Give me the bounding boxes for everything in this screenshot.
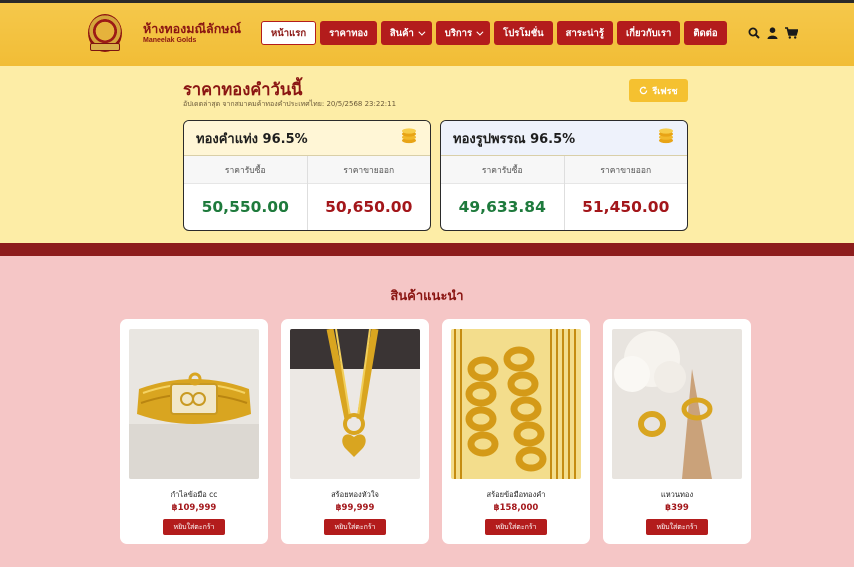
add-to-cart-button[interactable]: หยิบใส่ตะกร้า [163, 519, 225, 535]
sell-price: 51,450.00 [582, 198, 670, 216]
nav-promotions[interactable]: โปรโมชั่น [494, 21, 553, 45]
nav-products[interactable]: สินค้า [380, 21, 432, 45]
header-icons [748, 27, 798, 39]
product-name: แหวนทอง [660, 490, 694, 499]
section-title: สินค้าแนะนำ [390, 289, 464, 304]
card-title: ทองรูปพรรณ 96.5% [453, 131, 576, 147]
page: ห้างทองมณีลักษณ์ Maneelak Golds หน้าแรก … [0, 3, 854, 567]
gold-ornament-price-card: ทองรูปพรรณ 96.5% ราคารับซื้อ 49,633.84 ร… [440, 120, 688, 231]
user-icon[interactable] [767, 27, 778, 39]
nav-label: โปรโมชั่น [503, 27, 544, 39]
buy-label: ราคารับซื้อ [184, 156, 307, 184]
buy-column: ราคารับซื้อ 50,550.00 [184, 156, 307, 230]
nav-services[interactable]: บริการ [435, 21, 491, 45]
nav-label: สินค้า [389, 27, 414, 39]
product-image-chain-bracelet[interactable] [451, 329, 581, 479]
buy-price: 50,550.00 [201, 198, 289, 216]
product-price: ฿109,999 [171, 503, 217, 513]
card-body: ราคารับซื้อ 50,550.00 ราคาขายออก 50,650.… [184, 156, 430, 230]
buy-label: ราคารับซื้อ [441, 156, 564, 184]
refresh-icon [640, 86, 648, 95]
product-image-necklace[interactable] [290, 329, 420, 479]
product-price: ฿399 [665, 503, 689, 513]
sell-price: 50,650.00 [325, 198, 413, 216]
site-header: ห้างทองมณีลักษณ์ Maneelak Golds หน้าแรก … [0, 3, 854, 66]
nav-label: ติดต่อ [693, 27, 718, 39]
product-card[interactable]: สร้อยทองหัวใจ ฿99,999 หยิบใส่ตะกร้า [281, 319, 429, 544]
divider-band [0, 243, 854, 256]
sell-column: ราคาขายออก 51,450.00 [563, 156, 687, 230]
product-card[interactable]: แหวนทอง ฿399 หยิบใส่ตะกร้า [603, 319, 751, 544]
sell-column: ราคาขายออก 50,650.00 [306, 156, 430, 230]
brand[interactable]: ห้างทองมณีลักษณ์ Maneelak Golds [143, 22, 241, 45]
gold-price-section: ราคาทองคำวันนี้ อัปเดตล่าสุด จากสมาคมค้า… [0, 66, 854, 243]
refresh-button[interactable]: รีเฟรช [629, 79, 688, 102]
nav-label: บริการ [444, 27, 473, 39]
cart-icon[interactable] [785, 27, 798, 39]
main-nav: หน้าแรก ราคาทอง สินค้า บริการ โปรโมชั่น … [261, 21, 727, 45]
card-header: ทองรูปพรรณ 96.5% [441, 121, 687, 156]
product-image-bracelet[interactable] [129, 329, 259, 479]
buy-column: ราคารับซื้อ 49,633.84 [441, 156, 564, 230]
product-price: ฿99,999 [335, 503, 375, 513]
card-title: ทองคำแท่ง 96.5% [196, 131, 308, 147]
product-name: สร้อยทองหัวใจ [331, 490, 379, 499]
product-card[interactable]: กำไลข้อมือ cc ฿109,999 หยิบใส่ตะกร้า [120, 319, 268, 544]
nav-label: ราคาทอง [329, 27, 368, 39]
refresh-label: รีเฟรช [652, 86, 678, 97]
nav-about[interactable]: เกี่ยวกับเรา [616, 21, 681, 45]
brand-name-en: Maneelak Golds [143, 37, 197, 44]
nav-label: สาระน่ารู้ [565, 27, 604, 39]
nav-label: เกี่ยวกับเรา [625, 27, 672, 39]
gold-price-updated: อัปเดตล่าสุด จากสมาคมค้าทองคำประเทศไทย: … [183, 100, 397, 108]
product-card[interactable]: สร้อยข้อมือทองคำ ฿158,000 หยิบใส่ตะกร้า [442, 319, 590, 544]
product-name: กำไลข้อมือ cc [170, 490, 218, 499]
chevron-down-icon [418, 28, 426, 36]
product-price: ฿158,000 [493, 503, 539, 513]
nav-gold-price[interactable]: ราคาทอง [320, 21, 377, 45]
coins-icon [400, 128, 418, 148]
add-to-cart-button[interactable]: หยิบใส่ตะกร้า [646, 519, 708, 535]
product-name: สร้อยข้อมือทองคำ [486, 490, 546, 499]
nav-home[interactable]: หน้าแรก [261, 21, 317, 45]
sell-label: ราคาขายออก [307, 156, 430, 184]
card-body: ราคารับซื้อ 49,633.84 ราคาขายออก 51,450.… [441, 156, 687, 230]
product-image-ring[interactable] [612, 329, 742, 479]
featured-products-section: สินค้าแนะนำ กำไลข้อมือ cc ฿109,999 หยิบใ… [0, 256, 854, 567]
chevron-down-icon [476, 28, 484, 36]
nav-articles[interactable]: สาระน่ารู้ [556, 21, 613, 45]
search-icon[interactable] [748, 27, 760, 39]
nav-contact[interactable]: ติดต่อ [684, 21, 727, 45]
add-to-cart-button[interactable]: หยิบใส่ตะกร้า [485, 519, 547, 535]
add-to-cart-button[interactable]: หยิบใส่ตะกร้า [324, 519, 386, 535]
card-header: ทองคำแท่ง 96.5% [184, 121, 430, 156]
nav-label: หน้าแรก [271, 27, 307, 39]
coins-icon [657, 128, 675, 148]
gold-bar-price-card: ทองคำแท่ง 96.5% ราคารับซื้อ 50,550.00 รา… [183, 120, 431, 231]
brand-name-th: ห้างทองมณีลักษณ์ [143, 21, 242, 36]
sell-label: ราคาขายออก [564, 156, 687, 184]
buy-price: 49,633.84 [458, 198, 546, 216]
logo-ribbon [90, 43, 120, 51]
